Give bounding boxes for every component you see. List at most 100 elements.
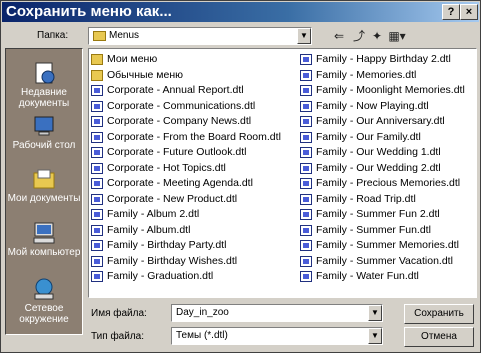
close-button[interactable]: × xyxy=(460,4,478,20)
file-item[interactable]: Family - Birthday Party.dtl xyxy=(90,238,298,254)
dtl-file-icon xyxy=(300,85,312,96)
filetype-label: Тип файла: xyxy=(91,331,144,342)
file-item[interactable]: Family - Precious Memories.dtl xyxy=(299,176,476,192)
file-item[interactable]: Family - Road Trip.dtl xyxy=(299,192,476,208)
dtl-file-icon xyxy=(300,162,312,174)
file-name: Family - Our Wedding 1.dtl xyxy=(316,146,441,158)
place-my-computer[interactable]: Мой компьютер xyxy=(6,221,82,258)
file-name: Corporate - From the Board Room.dtl xyxy=(107,130,281,143)
file-item[interactable]: Corporate - Communications.dtl xyxy=(90,99,298,115)
dtl-file-icon xyxy=(91,178,103,189)
dtl-file-icon xyxy=(91,131,103,143)
dtl-file-icon xyxy=(300,116,312,127)
dtl-file-icon xyxy=(91,224,103,236)
file-item[interactable]: Family - Summer Fun.dtl xyxy=(299,223,476,239)
file-item[interactable]: Corporate - New Product.dtl xyxy=(90,192,298,208)
help-button[interactable]: ? xyxy=(442,4,460,20)
file-item[interactable]: Family - Album.dtl xyxy=(90,223,298,239)
filetype-select[interactable]: Темы (*.dtl) ▼ xyxy=(171,327,383,345)
folder-item[interactable]: Мои меню xyxy=(90,52,298,68)
file-name: Family - Album 2.dtl xyxy=(107,208,200,220)
place-recent[interactable]: Недавние документы xyxy=(6,61,82,109)
place-desktop[interactable]: Рабочий стол xyxy=(6,114,82,151)
file-item[interactable]: Family - Memories.dtl xyxy=(299,68,476,84)
file-name: Corporate - Annual Report.dtl xyxy=(107,84,244,96)
file-item[interactable]: Family - Our Family.dtl xyxy=(299,130,476,146)
file-name: Family - Summer Vacation.dtl xyxy=(316,254,453,267)
dtl-file-icon xyxy=(91,255,103,267)
dtl-file-icon xyxy=(91,271,103,282)
filename-value: Day_in_zoo xyxy=(176,307,229,318)
cancel-button[interactable]: Отмена xyxy=(404,327,474,347)
folder-icon xyxy=(93,31,106,41)
file-name: Family - Birthday Party.dtl xyxy=(107,239,227,251)
file-item[interactable]: Family - Our Wedding 2.dtl xyxy=(299,161,476,177)
chevron-down-icon[interactable]: ▼ xyxy=(368,328,382,344)
file-item[interactable]: Corporate - From the Board Room.dtl xyxy=(90,130,298,146)
file-name: Family - Album.dtl xyxy=(107,223,191,236)
place-network[interactable]: Сетевое окружение xyxy=(6,277,82,325)
my-computer-icon xyxy=(31,221,57,245)
chevron-down-icon[interactable]: ▼ xyxy=(368,305,382,321)
file-item[interactable]: Family - Summer Fun 2.dtl xyxy=(299,207,476,223)
file-name: Family - Now Playing.dtl xyxy=(316,99,429,112)
file-item[interactable]: Corporate - Hot Topics.dtl xyxy=(90,161,298,177)
lookin-label: Папка: xyxy=(37,30,69,41)
dtl-file-icon xyxy=(300,69,312,81)
up-folder-icon[interactable]: ⤴ xyxy=(349,27,369,45)
views-icon[interactable]: ▦▾ xyxy=(387,27,407,45)
file-name: Family - Our Wedding 2.dtl xyxy=(316,161,441,174)
chevron-down-icon[interactable]: ▼ xyxy=(297,28,311,44)
new-folder-icon[interactable]: ✦ xyxy=(367,27,387,45)
file-name: Family - Happy Birthday 2.dtl xyxy=(316,53,451,65)
file-item[interactable]: Corporate - Annual Report.dtl xyxy=(90,83,298,99)
back-icon[interactable]: ⇐ xyxy=(329,27,349,45)
place-my-documents[interactable]: Мои документы xyxy=(6,167,82,204)
network-places-icon xyxy=(31,277,57,301)
file-item[interactable]: Family - Birthday Wishes.dtl xyxy=(90,254,298,270)
file-item[interactable]: Family - Album 2.dtl xyxy=(90,207,298,223)
dtl-file-icon xyxy=(91,193,103,205)
file-item[interactable]: Family - Happy Birthday 2.dtl xyxy=(299,52,476,68)
filename-input[interactable]: Day_in_zoo ▼ xyxy=(171,304,383,322)
dtl-file-icon xyxy=(300,255,312,267)
dtl-file-icon xyxy=(91,240,103,251)
file-name: Family - Our Anniversary.dtl xyxy=(316,115,445,127)
dtl-file-icon xyxy=(300,271,312,282)
file-item[interactable]: Family - Graduation.dtl xyxy=(90,269,298,285)
file-item[interactable]: Family - Summer Vacation.dtl xyxy=(299,254,476,270)
folder-icon xyxy=(91,69,103,81)
file-item[interactable]: Family - Summer Memories.dtl xyxy=(299,238,476,254)
file-name: Corporate - Communications.dtl xyxy=(107,99,256,112)
file-item[interactable]: Family - Our Wedding 1.dtl xyxy=(299,145,476,161)
file-list[interactable]: Мои меню Обычные меню Corporate - Annual R… xyxy=(88,48,477,298)
dtl-file-icon xyxy=(91,85,103,96)
dtl-file-icon xyxy=(300,131,312,143)
file-name: Corporate - Company News.dtl xyxy=(107,115,252,127)
folder-icon xyxy=(91,54,103,65)
places-bar: Недавние документы Рабочий стол Мои доку… xyxy=(5,48,83,335)
file-item[interactable]: Family - Our Anniversary.dtl xyxy=(299,114,476,130)
file-column-2: Family - Happy Birthday 2.dtl Family - Me… xyxy=(299,52,476,285)
filetype-value: Темы (*.dtl) xyxy=(176,330,228,341)
dtl-file-icon xyxy=(91,116,103,127)
file-item[interactable]: Family - Moonlight Memories.dtl xyxy=(299,83,476,99)
place-label: Мой компьютер xyxy=(7,247,81,258)
title-bar[interactable]: Сохранить меню как... ? × xyxy=(2,2,479,22)
file-item[interactable]: Corporate - Company News.dtl xyxy=(90,114,298,130)
file-name: Family - Summer Memories.dtl xyxy=(316,239,459,251)
file-name: Family - Moonlight Memories.dtl xyxy=(316,84,465,96)
desktop-icon xyxy=(31,114,57,138)
file-item[interactable]: Corporate - Future Outlook.dtl xyxy=(90,145,298,161)
file-item[interactable]: Family - Now Playing.dtl xyxy=(299,99,476,115)
dtl-file-icon xyxy=(300,147,312,158)
folder-item[interactable]: Обычные меню xyxy=(90,68,298,84)
file-name: Family - Summer Fun.dtl xyxy=(316,223,431,236)
place-label: Рабочий стол xyxy=(12,140,76,151)
dtl-file-icon xyxy=(300,224,312,236)
file-item[interactable]: Corporate - Meeting Agenda.dtl xyxy=(90,176,298,192)
file-item[interactable]: Family - Water Fun.dtl xyxy=(299,269,476,285)
my-documents-icon xyxy=(31,167,57,191)
lookin-dropdown[interactable]: Menus ▼ xyxy=(88,27,312,45)
save-button[interactable]: Сохранить xyxy=(404,304,474,324)
